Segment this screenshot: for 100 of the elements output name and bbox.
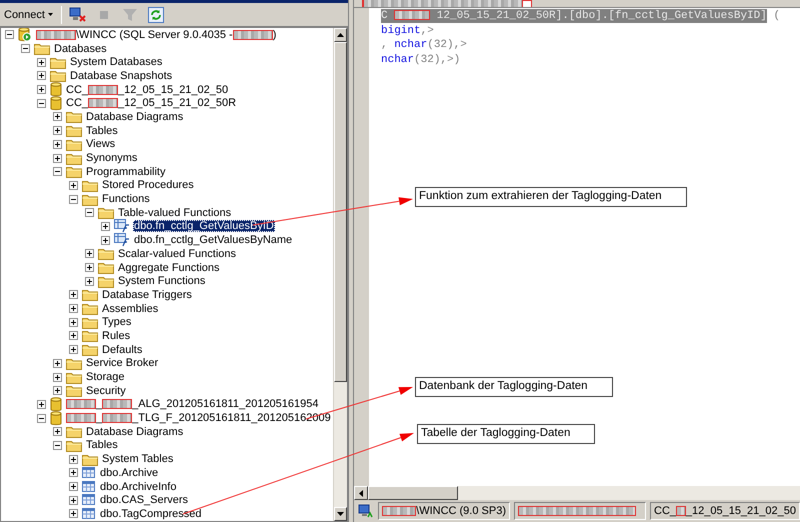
expand-icon[interactable] [53, 386, 62, 396]
tree-item[interactable]: System Databases [69, 56, 164, 68]
collapse-icon[interactable] [53, 167, 62, 176]
expand-icon[interactable] [69, 345, 78, 354]
expand-icon[interactable] [69, 318, 78, 327]
tree-item[interactable]: dbo.fn_cctlg_GetValuesByID [133, 220, 275, 232]
tree-item[interactable]: dbo.fn_cctlg_GetValuesByName [133, 234, 294, 246]
expand-icon[interactable] [37, 71, 46, 80]
redaction-block [66, 399, 96, 410]
tree-item[interactable]: Database Triggers [101, 288, 193, 301]
expand-icon[interactable] [37, 85, 46, 94]
tree-item[interactable]: System Functions [117, 275, 206, 288]
tree-item[interactable]: Scalar-valued Functions [117, 248, 238, 260]
expand-icon[interactable] [101, 236, 110, 245]
folder-icon [66, 124, 82, 138]
tree-item[interactable]: System Tables [101, 453, 174, 466]
expand-icon[interactable] [101, 222, 110, 231]
expand-icon[interactable] [37, 58, 46, 67]
tree-item[interactable]: CC_ _12_05_15_21_02_50R [65, 97, 238, 110]
expand-icon[interactable] [69, 180, 78, 190]
redaction-block [232, 30, 273, 40]
tree-item[interactable]: dbo.CAS_Servers [99, 494, 190, 506]
code-line: , nchar(32),> [381, 38, 468, 52]
tree-item[interactable]: Storage [85, 371, 126, 384]
expand-icon[interactable] [53, 358, 62, 368]
redaction-block [102, 413, 132, 424]
expand-icon[interactable] [53, 126, 62, 136]
collapse-icon[interactable] [21, 44, 30, 54]
expand-icon[interactable] [69, 468, 78, 478]
tree-item[interactable]: dbo.TagCompressed [99, 508, 203, 520]
collapse-icon[interactable] [37, 414, 46, 423]
tree-item[interactable]: Synonyms [85, 152, 138, 164]
database-icon [50, 396, 62, 412]
tree-item[interactable]: Database Diagrams [85, 426, 184, 438]
expand-icon[interactable] [69, 331, 78, 340]
connect-button[interactable]: Connect [2, 4, 55, 24]
horizontal-scrollbar[interactable] [354, 486, 800, 500]
expand-icon[interactable] [69, 304, 78, 314]
expand-icon[interactable] [53, 427, 62, 436]
folder-icon [34, 42, 50, 56]
expand-icon[interactable] [69, 290, 78, 300]
expand-icon[interactable] [69, 454, 78, 464]
scroll-down-icon[interactable] [334, 507, 347, 521]
collapse-icon[interactable] [37, 98, 46, 108]
tree-item[interactable]: dbo.Archive [99, 466, 160, 479]
tree-item[interactable]: _ _TLG_F_201205161811_201205162009 [65, 412, 332, 424]
tree-item[interactable]: CC_ _12_05_15_21_02_50 [65, 84, 230, 96]
tree-item[interactable]: Stored Procedures [101, 179, 195, 192]
expand-icon[interactable] [85, 276, 94, 286]
expand-icon[interactable] [69, 496, 78, 505]
expand-icon[interactable] [85, 263, 94, 272]
expand-icon[interactable] [69, 482, 78, 492]
expand-icon[interactable] [53, 372, 62, 382]
tree-item[interactable]: Database Diagrams [85, 110, 184, 123]
tree-item[interactable]: Views [85, 138, 116, 150]
callout-note: Datenbank der Taglogging-Daten [415, 377, 613, 397]
expand-icon[interactable] [85, 249, 94, 258]
tree-item[interactable]: \WINCC (SQL Server 9.0.4035 - ) [35, 28, 278, 41]
tree-item[interactable]: Table-valued Functions [117, 206, 232, 219]
tree-item[interactable]: Aggregate Functions [117, 262, 221, 274]
tree-item[interactable]: Functions [101, 193, 151, 206]
vertical-scrollbar[interactable] [333, 28, 347, 521]
label-text: _ALG_201205161811_201205161954 [132, 398, 318, 410]
tree-item[interactable]: Assemblies [101, 302, 160, 315]
tree-item[interactable]: Database Snapshots [69, 70, 174, 82]
tree-item[interactable]: Tables [85, 124, 119, 137]
scroll-left-icon[interactable] [354, 486, 368, 500]
expand-icon[interactable] [37, 400, 46, 409]
scroll-thumb[interactable] [334, 42, 347, 382]
tree-item[interactable]: Types [101, 316, 132, 328]
expand-icon[interactable] [53, 112, 62, 122]
scroll-thumb[interactable] [368, 486, 458, 500]
redaction-block [382, 506, 416, 516]
expand-icon[interactable] [53, 154, 62, 163]
expand-icon[interactable] [69, 509, 78, 518]
tree-item[interactable]: dbo.ArchiveInfo [99, 480, 178, 493]
toolbar-button[interactable] [68, 4, 88, 24]
expand-icon[interactable] [53, 140, 62, 149]
tree-item[interactable]: Rules [101, 330, 132, 342]
callout-note: Funktion zum extrahieren der Taglogging-Daten [415, 187, 687, 207]
scroll-up-icon[interactable] [334, 28, 347, 42]
callout-note: Tabelle der Taglogging-Daten [417, 424, 596, 444]
collapse-icon[interactable] [5, 30, 14, 40]
folder-icon [66, 165, 82, 178]
filter-icon [122, 6, 138, 22]
toolbar-button[interactable] [146, 4, 166, 24]
folder-icon [66, 425, 82, 438]
tree-item[interactable]: Service Broker [85, 357, 160, 370]
tree-item[interactable]: _ _ALG_201205161811_201205161954 [65, 398, 320, 410]
tree-item[interactable]: Programmability [85, 166, 166, 178]
collapse-icon[interactable] [53, 440, 62, 450]
table-icon [82, 480, 96, 493]
redaction-block [88, 84, 118, 95]
collapse-icon[interactable] [85, 208, 94, 218]
tree-item[interactable]: Security [85, 384, 127, 397]
tree-item[interactable]: Tables [85, 439, 119, 452]
tree-item[interactable]: Defaults [101, 344, 144, 356]
folder-icon [82, 178, 98, 192]
tree-item[interactable]: Databases [53, 42, 108, 55]
collapse-icon[interactable] [69, 194, 78, 204]
